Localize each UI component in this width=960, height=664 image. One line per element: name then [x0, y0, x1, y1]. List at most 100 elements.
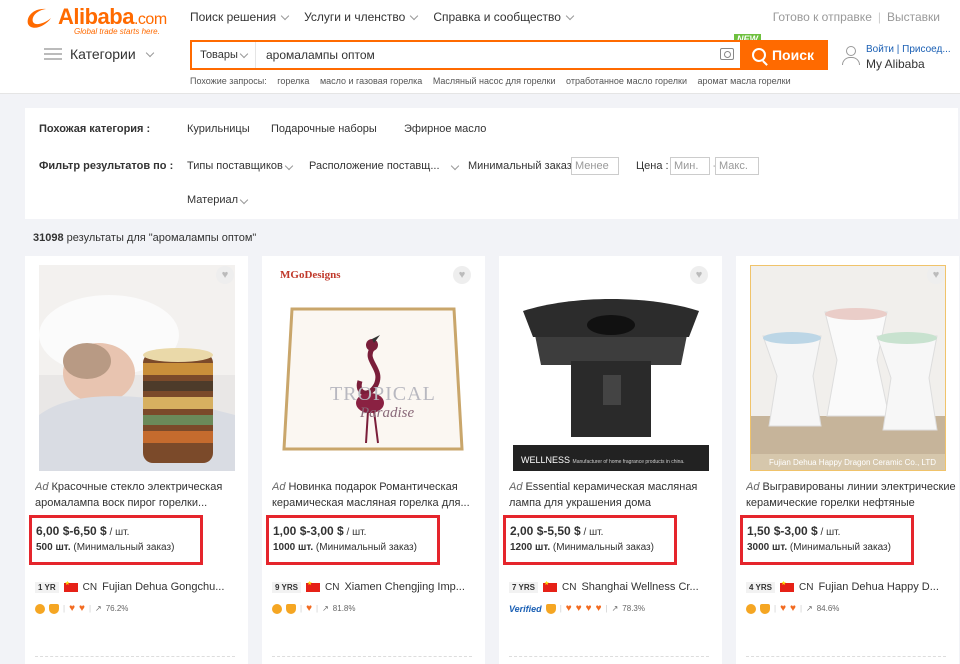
- diamond-icon: ♥: [69, 603, 76, 614]
- result-count: 31098 результаты для "аромалампы оптом": [33, 232, 257, 244]
- response-rate: 76.2%: [105, 604, 129, 613]
- response-rate: 84.6%: [816, 604, 840, 613]
- supplier-name-link[interactable]: Fujian Dehua Gongchu...: [102, 581, 224, 593]
- sign-in-join-links[interactable]: Войти | Присоед...: [866, 44, 951, 55]
- nav-find-solutions[interactable]: Поиск решения: [190, 10, 290, 24]
- exhibitions-link[interactable]: Выставки: [887, 10, 940, 24]
- product-price: 2,00 $-5,50 $ / шт.: [510, 524, 604, 538]
- supplier-badges: | ♥ ♥ | ↗ 76.2%: [35, 603, 128, 614]
- price-highlight-box: 1,50 $-3,00 $ / шт. 3000 шт. (Минимальны…: [740, 515, 914, 565]
- ready-to-ship-link[interactable]: Готово к отправке: [773, 10, 872, 24]
- similar-category-link[interactable]: Подарочные наборы: [271, 123, 377, 135]
- product-image[interactable]: [39, 265, 235, 471]
- min-order-label: Минимальный заказ :: [468, 160, 578, 172]
- china-flag-icon: [779, 581, 794, 592]
- product-image[interactable]: MGoDesigns TROPICAL Paradise: [276, 265, 472, 471]
- divider: [35, 656, 235, 658]
- diamond-icon: ♥: [780, 603, 787, 614]
- image-text: Paradise: [360, 405, 415, 421]
- favorite-heart-icon[interactable]: ♥: [927, 266, 945, 284]
- supplier-badges: | ♥ | ↗ 81.8%: [272, 603, 355, 614]
- material-dropdown[interactable]: Материал: [187, 194, 249, 206]
- product-title[interactable]: Ad Essential керамическая масляная лампа …: [509, 479, 719, 513]
- related-search-link[interactable]: аромат масла горелки: [698, 76, 791, 86]
- trade-assurance-icon: [49, 603, 59, 614]
- search-category-select[interactable]: Товары: [192, 42, 256, 68]
- brand-logo: MGoDesigns: [280, 269, 341, 281]
- supplier-row: 9 YRS CN Xiamen Chengjing Imp...: [272, 581, 482, 593]
- camera-icon[interactable]: [720, 48, 734, 60]
- gold-medal-icon: [746, 603, 756, 614]
- years-badge: 4 YRS: [746, 581, 775, 593]
- trade-assurance-icon: [545, 603, 556, 614]
- years-badge: 7 YRS: [509, 581, 538, 593]
- related-search-link[interactable]: горелка: [277, 76, 309, 86]
- min-order-input[interactable]: Менее: [571, 157, 619, 175]
- wellness-banner: WELLNESS Manufacturer of home fragrance …: [521, 455, 685, 465]
- price-min-input[interactable]: Мин.: [670, 157, 710, 175]
- supplier-name-link[interactable]: Xiamen Chengjing Imp...: [344, 581, 464, 593]
- min-order: 1200 шт. (Минимальный заказ): [510, 542, 654, 553]
- response-rate-icon: ↗: [95, 604, 102, 613]
- diamond-icon: ♥: [585, 603, 592, 614]
- price-label: Цена :: [636, 160, 669, 172]
- search-button[interactable]: Поиск: [740, 40, 826, 70]
- country-code: CN: [798, 581, 814, 593]
- product-price: 1,50 $-3,00 $ / шт.: [747, 524, 841, 538]
- min-order: 3000 шт. (Минимальный заказ): [747, 542, 891, 553]
- supplier-row: 4 YRS CN Fujian Dehua Happy D...: [746, 581, 956, 593]
- min-order: 1000 шт. (Минимальный заказ): [273, 542, 417, 553]
- chevron-down-icon: [450, 161, 459, 171]
- china-flag-icon: [63, 581, 78, 592]
- alibaba-logo[interactable]: Alibaba.com Global trade starts here.: [24, 4, 174, 38]
- related-search-link[interactable]: Масляный насос для горелки: [433, 76, 556, 86]
- supplier-name-link[interactable]: Shanghai Wellness Cr...: [581, 581, 698, 593]
- similar-category-link[interactable]: Эфирное масло: [404, 123, 486, 135]
- favorite-heart-icon[interactable]: ♥: [453, 266, 471, 284]
- product-card[interactable]: Fujian Dehua Happy Dragon Ceramic Co., L…: [736, 256, 959, 664]
- diamond-icon: ♥: [79, 603, 85, 614]
- price-highlight-box: 6,00 $-6,50 $ / шт. 500 шт. (Минимальный…: [29, 515, 203, 565]
- nav-help-community[interactable]: Справка и сообщество: [433, 10, 575, 24]
- search-bar: Товары Поиск: [190, 40, 828, 70]
- similar-category-link[interactable]: Курильницы: [187, 123, 250, 135]
- product-image[interactable]: Fujian Dehua Happy Dragon Ceramic Co., L…: [750, 265, 946, 471]
- nav-services-membership[interactable]: Услуги и членство: [304, 10, 419, 24]
- product-price: 6,00 $-6,50 $ / шт.: [36, 524, 130, 538]
- response-rate: 81.8%: [332, 604, 356, 613]
- related-search-link[interactable]: отработанное масло горелки: [566, 76, 687, 86]
- product-card[interactable]: ♥ Ad Красочные стекло электрическая арома…: [25, 256, 248, 664]
- product-image[interactable]: WELLNESS Manufacturer of home fragrance …: [513, 265, 709, 471]
- diamond-icon: ♥: [575, 603, 582, 614]
- product-card[interactable]: MGoDesigns TROPICAL Paradise ♥ Ad Новинка…: [262, 256, 485, 664]
- search-icon: [751, 48, 766, 62]
- search-input[interactable]: [258, 42, 698, 68]
- categories-button[interactable]: Категории: [44, 46, 154, 62]
- chevron-down-icon: [565, 11, 575, 20]
- china-flag-icon: [542, 581, 557, 592]
- product-title[interactable]: Ad Красочные стекло электрическая аромала…: [35, 479, 245, 513]
- my-alibaba-link[interactable]: My Alibaba: [866, 57, 925, 71]
- product-title[interactable]: Ad Выгравированы линии электрические кера…: [746, 479, 956, 513]
- favorite-heart-icon[interactable]: ♥: [690, 266, 708, 284]
- supplier-badges: Verified | ♥ ♥ ♥ ♥ | ↗ 78.3%: [509, 603, 645, 614]
- price-max-input[interactable]: Макс.: [715, 157, 759, 175]
- supplier-location-dropdown[interactable]: Расположение поставщ...: [309, 160, 459, 172]
- related-search-link[interactable]: масло и газовая горелка: [320, 76, 422, 86]
- chevron-down-icon: [239, 195, 249, 205]
- trade-assurance-icon: [760, 603, 770, 614]
- price-highlight-box: 1,00 $-3,00 $ / шт. 1000 шт. (Минимальны…: [266, 515, 440, 565]
- min-order: 500 шт. (Минимальный заказ): [36, 542, 175, 553]
- supplier-name-link[interactable]: Fujian Dehua Happy D...: [818, 581, 938, 593]
- product-title[interactable]: Ad Новинка подарок Романтическая керамиче…: [272, 479, 482, 513]
- alibaba-logo-icon: [27, 8, 51, 28]
- favorite-heart-icon[interactable]: ♥: [216, 266, 234, 284]
- price-highlight-box: 2,00 $-5,50 $ / шт. 1200 шт. (Минимальны…: [503, 515, 677, 565]
- filters-panel: Похожая категория : Курильницы Подарочны…: [25, 108, 958, 219]
- supplier-types-dropdown[interactable]: Типы поставщиков: [187, 160, 294, 172]
- chevron-down-icon: [280, 11, 290, 20]
- product-card[interactable]: WELLNESS Manufacturer of home fragrance …: [499, 256, 722, 664]
- header: Alibaba.com Global trade starts here. По…: [0, 0, 960, 94]
- years-badge: 9 YRS: [272, 581, 301, 593]
- response-rate-icon: ↗: [611, 604, 619, 613]
